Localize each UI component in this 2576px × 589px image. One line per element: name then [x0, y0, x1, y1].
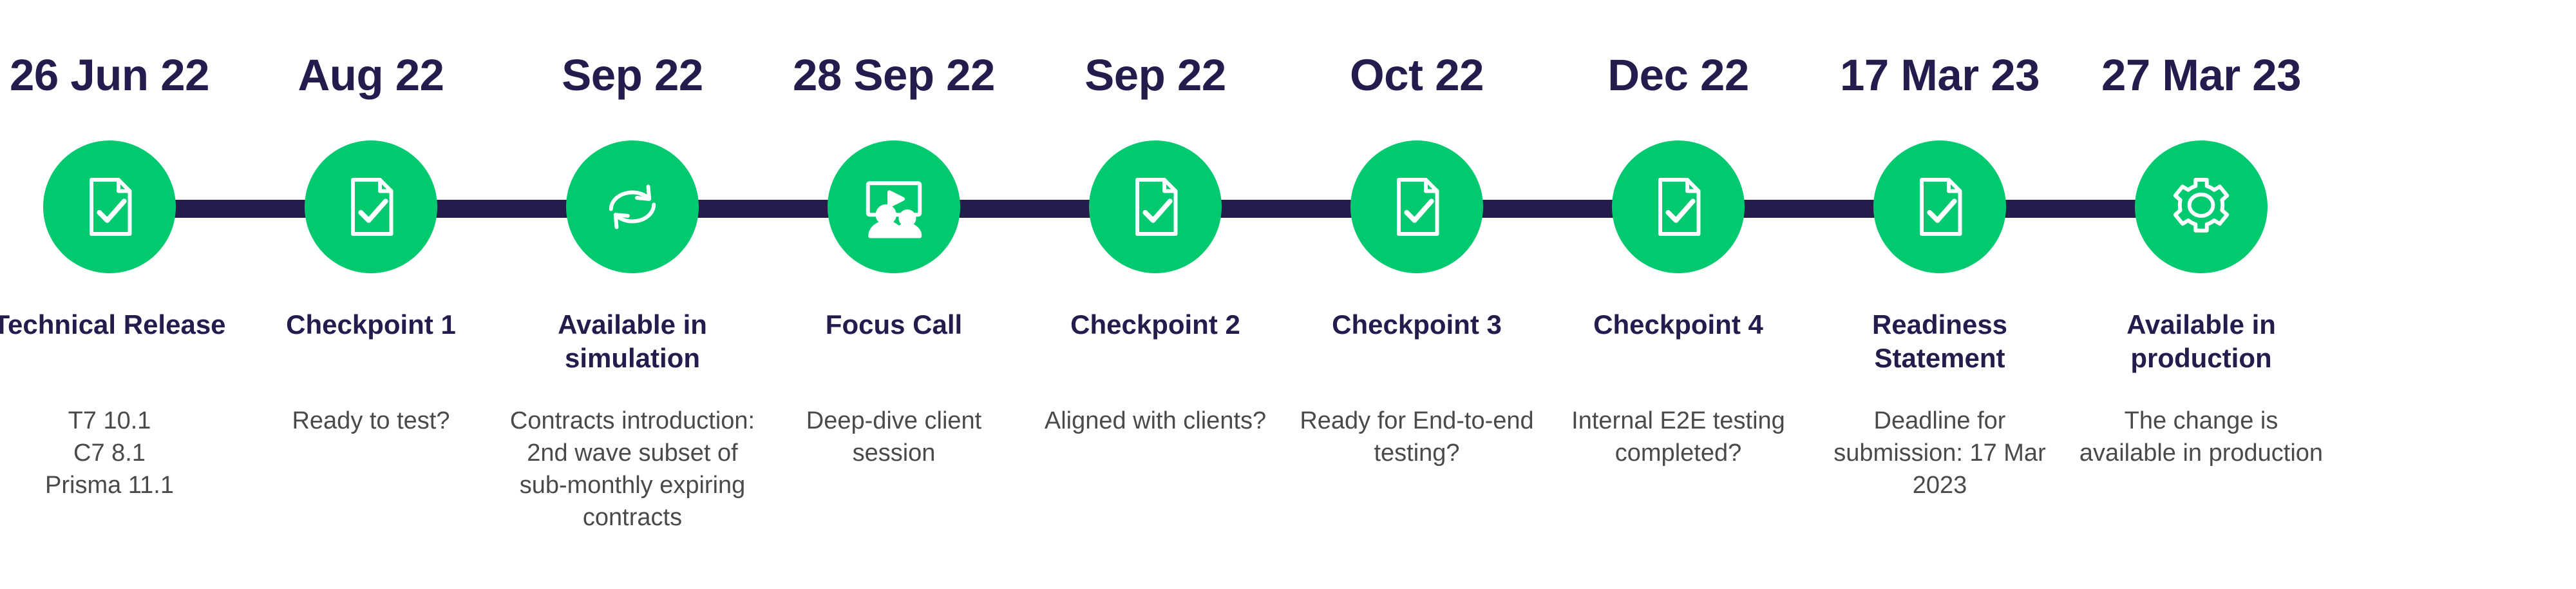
milestone-date: 17 Mar 23 [1839, 50, 2040, 100]
timeline-item: Dec 22 Checkpoint 4 Internal E2E testing c… [1548, 0, 1809, 589]
timeline-item: Oct 22 Checkpoint 3 Ready for End-to-end t… [1286, 0, 1548, 589]
presentation-people-icon [858, 171, 930, 243]
milestone-description: Contracts introduction: 2nd wave subset … [509, 407, 755, 531]
milestone-node [1612, 140, 1745, 273]
milestone-title: Checkpoint 1 [286, 309, 456, 340]
document-check-icon [1904, 171, 1976, 243]
milestone-node [2135, 140, 2268, 273]
milestone-title: Technical Release [0, 309, 226, 340]
milestone-date: Dec 22 [1607, 50, 1749, 100]
document-check-icon [1381, 171, 1453, 243]
timeline-item: 17 Mar 23 Readiness Statement Deadline for… [1809, 0, 2070, 589]
timeline-item: 27 Mar 23 Available in production The chan… [2070, 0, 2332, 589]
milestone-date: Oct 22 [1350, 50, 1484, 100]
milestone-title: Readiness Statement [1871, 309, 2008, 373]
milestone-title: Focus Call [825, 309, 963, 340]
milestone-description: Internal E2E testing completed? [1571, 407, 1785, 467]
document-check-icon [1642, 171, 1714, 243]
milestone-date: Sep 22 [1084, 50, 1226, 100]
timeline-item: 28 Sep 22 Focus Call Deep-dive client sess… [763, 0, 1025, 589]
milestone-description: The change is available in production [2079, 407, 2324, 467]
document-check-icon [335, 171, 407, 243]
milestone-node [1873, 140, 2006, 273]
milestone-description: Ready to test? [292, 407, 450, 434]
document-check-icon [73, 171, 146, 243]
milestone-description: Deep-dive client session [806, 407, 982, 467]
milestone-node [828, 140, 960, 273]
document-check-icon [1119, 171, 1191, 243]
milestone-node [305, 140, 437, 273]
milestone-description: Ready for End-to-end testing? [1300, 407, 1534, 467]
timeline-item: Aug 22 Checkpoint 1 Ready to test? [240, 0, 502, 589]
milestone-title: Available in production [2126, 309, 2276, 373]
milestone-node [1089, 140, 1222, 273]
timeline-item: Sep 22 Checkpoint 2 Aligned with clients? [1025, 0, 1286, 589]
milestone-title: Available in simulation [558, 309, 707, 373]
timeline-item: 26 Jun 22 Technical Release T7 10.1 C7 8.1… [0, 0, 240, 589]
timeline-diagram: 26 Jun 22 Technical Release T7 10.1 C7 8.1… [0, 0, 2576, 589]
milestone-date: 27 Mar 23 [2101, 50, 2302, 100]
milestone-title: Checkpoint 3 [1332, 309, 1502, 340]
milestone-description: Aligned with clients? [1044, 407, 1267, 434]
gear-icon [2165, 171, 2237, 243]
milestone-date: 28 Sep 22 [793, 50, 995, 100]
milestone-date: 26 Jun 22 [9, 50, 210, 100]
milestone-date: Sep 22 [562, 50, 703, 100]
milestone-description: T7 10.1 C7 8.1 Prisma 11.1 [45, 407, 174, 499]
milestone-node [1350, 140, 1483, 273]
milestone-title: Checkpoint 4 [1593, 309, 1763, 340]
milestone-title: Checkpoint 2 [1070, 309, 1240, 340]
milestone-description: Deadline for submission: 17 Mar 2023 [1833, 407, 2046, 499]
timeline-item: Sep 22 Available in simulation Contracts i… [502, 0, 763, 589]
milestone-node [566, 140, 699, 273]
milestone-node [43, 140, 176, 273]
refresh-sync-icon [596, 171, 668, 243]
milestone-date: Aug 22 [298, 50, 444, 100]
